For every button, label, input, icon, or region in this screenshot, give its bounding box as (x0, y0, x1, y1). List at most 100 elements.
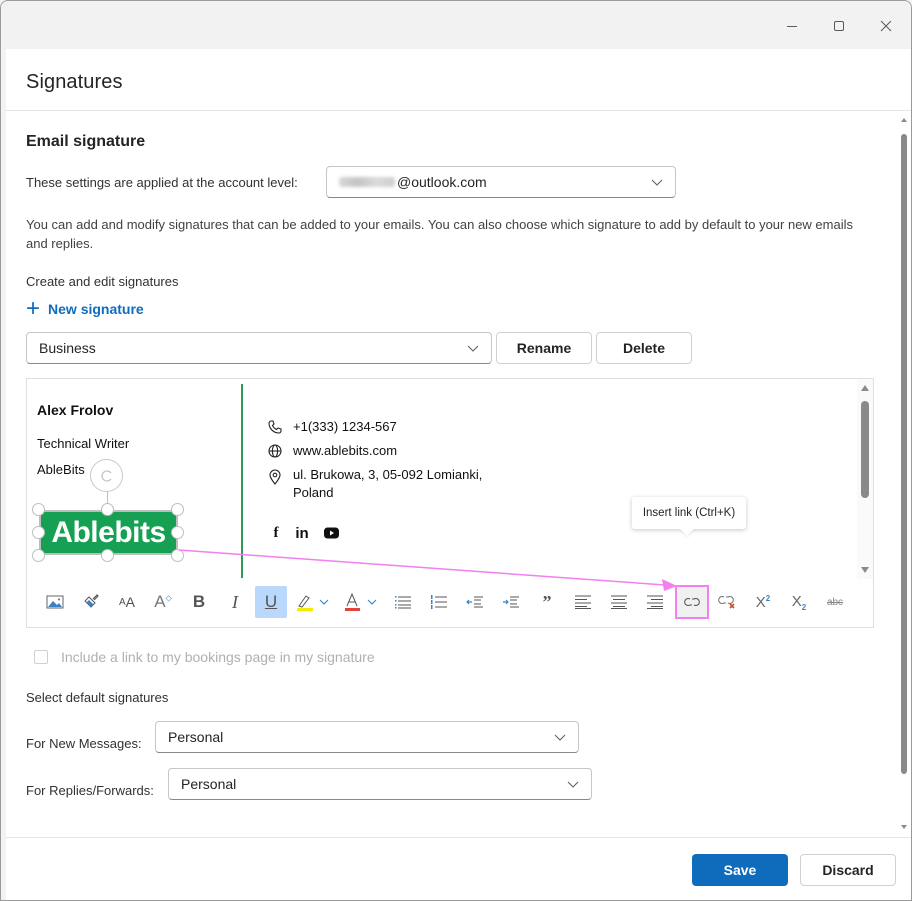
default-signatures-heading: Select default signatures (26, 690, 169, 705)
resize-handle-sw[interactable] (32, 549, 45, 562)
contact-address: ul. Brukowa, 3, 05-092 Lomianki, Poland (267, 466, 482, 502)
align-center-button[interactable] (603, 586, 635, 618)
resize-handle-e[interactable] (171, 526, 184, 539)
increase-indent-button[interactable] (495, 586, 527, 618)
resize-handle-se[interactable] (171, 549, 184, 562)
strikethrough-button[interactable]: abc (819, 586, 851, 618)
chevron-down-icon (567, 781, 579, 788)
account-select[interactable]: @outlook.com (326, 166, 676, 198)
bookings-label: Include a link to my bookings page in my… (61, 649, 375, 665)
main-scrollbar[interactable] (899, 112, 911, 837)
new-messages-label: For New Messages: (26, 736, 142, 751)
phone-icon (268, 420, 282, 434)
new-messages-select[interactable]: Personal (155, 721, 579, 753)
linkedin-icon[interactable]: in (293, 524, 311, 542)
signatures-panel: Signatures Email signature These setting… (6, 49, 911, 900)
format-painter-button[interactable] (75, 586, 107, 618)
resize-handle-n[interactable] (101, 503, 114, 516)
superscript-icon: X2 (755, 593, 771, 611)
bold-button[interactable]: B (183, 586, 215, 618)
minimize-button[interactable] (777, 13, 807, 39)
replies-forwards-select[interactable]: Personal (168, 768, 592, 800)
align-center-icon (611, 595, 627, 609)
align-left-button[interactable] (567, 586, 599, 618)
highlight-button[interactable] (291, 586, 337, 618)
subscript-button[interactable]: X2 (783, 586, 815, 618)
align-right-icon (647, 595, 663, 609)
plus-icon: + (26, 295, 41, 322)
rename-button[interactable]: Rename (496, 332, 592, 364)
settings-content: Email signature These settings are appli… (6, 112, 899, 837)
new-messages-value: Personal (168, 729, 224, 745)
signature-divider (241, 384, 243, 578)
bullets-button[interactable] (387, 586, 419, 618)
new-signature-label: New signature (48, 301, 144, 317)
italic-icon: I (232, 591, 238, 612)
rotate-handle[interactable] (90, 459, 123, 492)
resize-handle-nw[interactable] (32, 503, 45, 516)
maximize-button[interactable] (824, 13, 854, 39)
create-edit-label: Create and edit signatures (26, 274, 179, 289)
highlighter-icon (297, 595, 329, 611)
bookings-checkbox[interactable] (34, 650, 48, 664)
panel-header: Signatures (6, 49, 911, 111)
align-left-icon (575, 595, 591, 609)
maximize-icon (834, 21, 844, 31)
bookings-link-option[interactable]: Include a link to my bookings page in my… (34, 649, 375, 665)
phone-text: +1(333) 1234-567 (293, 419, 397, 434)
signature-description: You can add and modify signatures that c… (26, 217, 853, 251)
scroll-down-icon[interactable] (861, 567, 869, 573)
italic-button[interactable]: I (219, 586, 251, 618)
numbered-list-icon (431, 595, 447, 609)
decrease-indent-button[interactable] (459, 586, 491, 618)
location-pin-icon (269, 469, 281, 485)
remove-link-button[interactable] (711, 586, 743, 618)
editor-scroll-thumb[interactable] (861, 401, 869, 498)
unlink-icon (718, 595, 735, 609)
signature-role: Technical Writer (37, 436, 130, 451)
facebook-icon[interactable]: f (267, 524, 285, 542)
signature-body[interactable]: Alex Frolov Technical Writer AbleBits Ab… (27, 379, 857, 579)
signature-editor[interactable]: Alex Frolov Technical Writer AbleBits Ab… (26, 378, 874, 628)
discard-button[interactable]: Discard (800, 854, 896, 886)
close-button[interactable] (871, 13, 901, 39)
resize-handle-ne[interactable] (171, 503, 184, 516)
dialog-footer: Save Discard (6, 837, 911, 900)
paintbrush-icon (84, 594, 99, 608)
indent-icon (503, 596, 519, 608)
underline-button[interactable]: U (255, 586, 287, 618)
font-color-button[interactable] (339, 586, 385, 618)
resize-handle-s[interactable] (101, 549, 114, 562)
change-case-button[interactable]: A◇ (147, 586, 179, 618)
signature-name: Alex Frolov (37, 402, 114, 418)
text-case-icon: A◇ (154, 592, 172, 611)
scroll-up-icon[interactable] (861, 385, 869, 391)
chevron-down-icon (467, 345, 479, 352)
address-line-1: ul. Brukowa, 3, 05-092 Lomianki, (293, 467, 483, 482)
delete-button[interactable]: Delete (596, 332, 692, 364)
scroll-up-icon[interactable] (901, 118, 907, 122)
bold-icon: B (192, 592, 206, 611)
insert-link-button[interactable] (675, 585, 709, 619)
insert-picture-button[interactable] (39, 586, 71, 618)
align-right-button[interactable] (639, 586, 671, 618)
subscript-icon: X2 (791, 592, 807, 612)
signature-company: AbleBits (37, 462, 85, 477)
chevron-down-icon (651, 179, 663, 186)
email-signature-heading: Email signature (26, 133, 146, 150)
superscript-button[interactable]: X2 (747, 586, 779, 618)
panel-title: Signatures (26, 71, 123, 93)
scroll-down-icon[interactable] (901, 825, 907, 829)
resize-handle-w[interactable] (32, 526, 45, 539)
font-size-button[interactable]: AA (111, 586, 143, 618)
numbering-button[interactable] (423, 586, 455, 618)
editor-scrollbar[interactable] (857, 379, 873, 579)
signature-select[interactable]: Business (26, 332, 492, 364)
quote-button[interactable]: ” (531, 586, 563, 618)
font-size-icon: A (118, 596, 126, 608)
main-scroll-thumb[interactable] (901, 134, 907, 774)
new-signature-button[interactable]: + New signature (26, 295, 144, 322)
replies-forwards-value: Personal (181, 776, 237, 792)
save-button[interactable]: Save (692, 854, 788, 886)
youtube-icon[interactable] (322, 524, 340, 542)
